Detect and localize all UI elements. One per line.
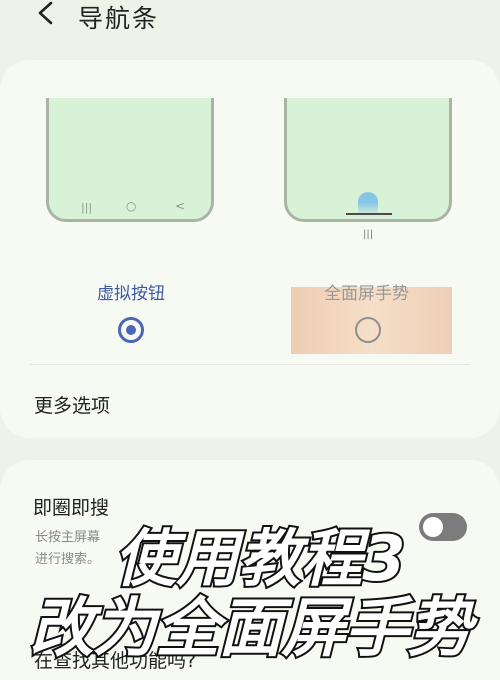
overlay-caption-line2: 改为全面屏手势 <box>28 590 474 668</box>
gesture-bar <box>346 213 392 215</box>
chevron-left-icon[interactable] <box>34 0 56 28</box>
header: 导航条 <box>0 0 500 48</box>
more-options-item[interactable]: 更多选项 <box>34 391 110 418</box>
option-label-gestures[interactable]: 全面屏手势 <box>324 279 409 304</box>
home-icon: ○ <box>126 199 137 213</box>
option-label-buttons[interactable]: 虚拟按钮 <box>97 279 165 304</box>
radio-buttons-selected[interactable] <box>118 317 144 343</box>
back-icon: < <box>175 199 186 213</box>
radio-gestures[interactable] <box>355 317 381 343</box>
gesture-hint-icon: ||| <box>363 229 374 240</box>
divider <box>30 364 470 365</box>
recent-apps-icon: ||| <box>81 201 93 214</box>
page-title: 导航条 <box>78 4 160 33</box>
